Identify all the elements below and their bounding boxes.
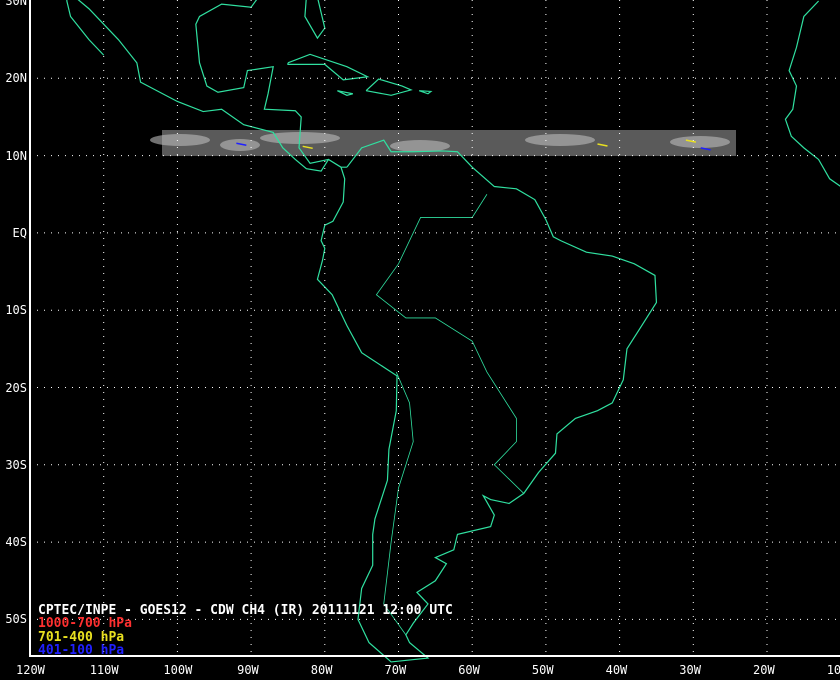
legend-low-level: 1000-700 hPa: [38, 616, 132, 631]
cloud-patch: [390, 140, 450, 152]
cloud-patch: [525, 134, 595, 146]
longitude-label: 30W: [679, 663, 701, 677]
longitude-label: 90W: [237, 663, 259, 677]
latitude-label: 40S: [5, 535, 27, 550]
latitude-label: 20S: [5, 380, 27, 395]
map-canvas: [29, 0, 840, 663]
latitude-label: 30S: [5, 457, 27, 472]
latitude-label: 10N: [5, 148, 27, 163]
coastline-puerto-rico: [418, 90, 433, 95]
longitude-label: 20W: [753, 663, 775, 677]
longitude-label: 10W: [826, 663, 840, 677]
cloud-patch: [670, 136, 730, 148]
longitude-label: 40W: [605, 663, 628, 677]
legend-high-level: 401-100 hPa: [38, 643, 125, 658]
longitude-label: 80W: [310, 663, 333, 677]
latitude-label: 30N: [5, 0, 27, 8]
latitude-label: 10S: [5, 303, 27, 318]
longitude-label: 60W: [458, 663, 480, 677]
coastline-baja-california: [66, 0, 105, 56]
latitude-label: 50S: [5, 612, 27, 627]
longitude-label: 120W: [16, 663, 45, 677]
coastline-hispaniola: [365, 78, 413, 96]
coastline-florida: [304, 0, 326, 40]
longitude-label: 70W: [384, 663, 407, 677]
cloud-patch: [220, 139, 260, 151]
coastline-south-america: [316, 139, 658, 663]
latitude-label: 20N: [5, 71, 27, 86]
longitude-label: 100W: [163, 663, 193, 677]
latitude-label: EQ: [12, 225, 27, 240]
coastline-cuba: [287, 53, 370, 81]
coastline-africa: [784, 0, 840, 187]
longitude-label: 50W: [531, 663, 554, 677]
coastline-jamaica: [337, 90, 353, 96]
cloud-patch: [150, 134, 210, 146]
longitude-label: 110W: [89, 663, 119, 677]
